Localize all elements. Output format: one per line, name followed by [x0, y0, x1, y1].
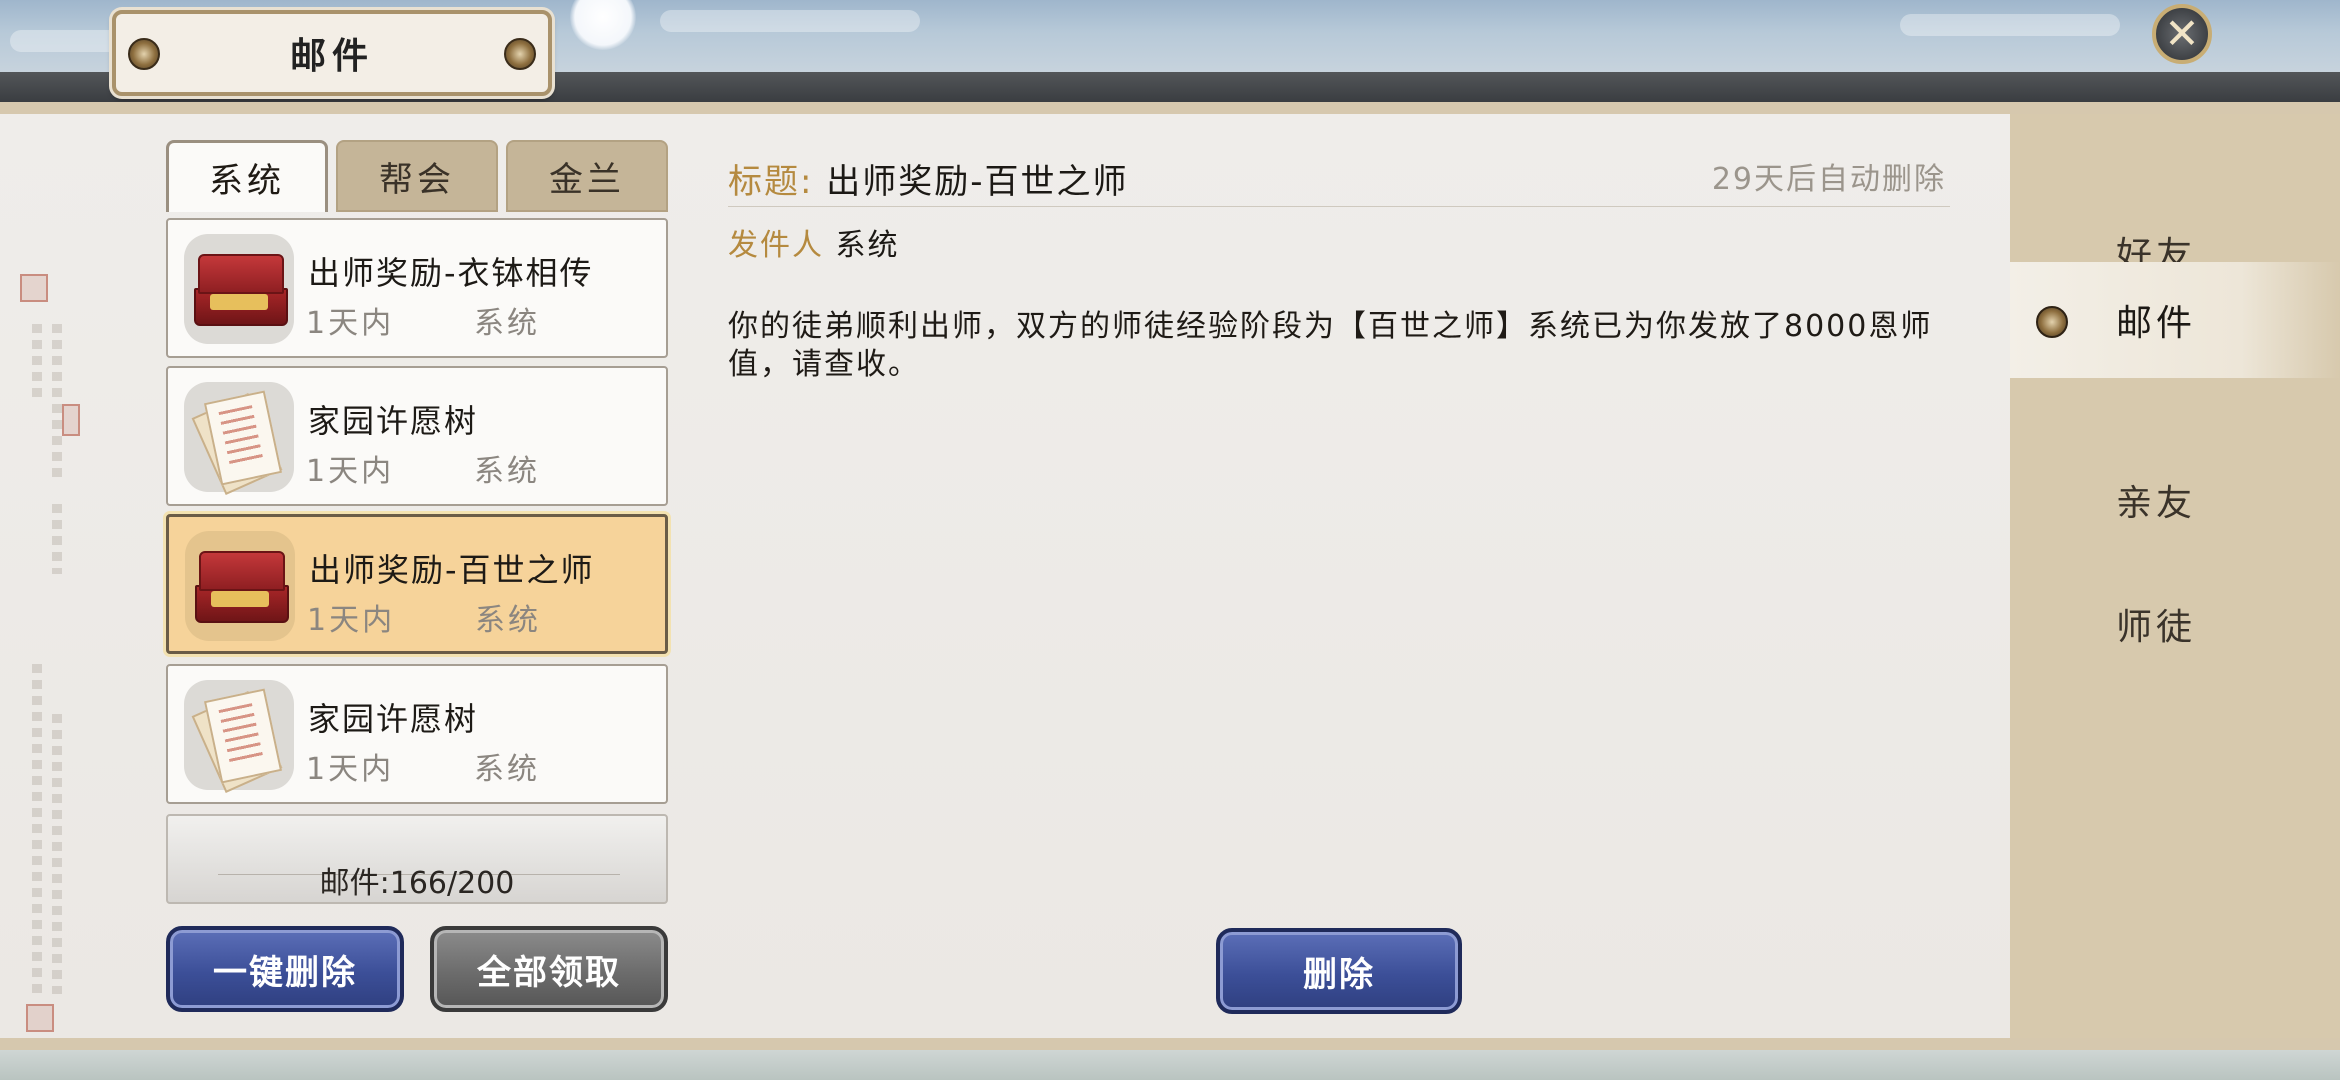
mail-item-sender: 系统 [474, 752, 540, 787]
tab-system[interactable]: 系统 [166, 140, 328, 212]
divider [728, 206, 1950, 207]
mail-item-time: 1天内 [306, 454, 395, 489]
cloud-decoration [660, 10, 920, 32]
mail-count-bar: 邮件:166/200 [166, 814, 668, 904]
nav-item-mail[interactable]: 邮件 [2010, 262, 2340, 378]
mail-item-time: 1天内 [306, 306, 395, 341]
claim-all-button[interactable]: 全部领取 [430, 926, 668, 1012]
mail-item-sender: 系统 [474, 454, 540, 489]
knot-ornament-icon [504, 38, 536, 70]
mail-count: 邮件:166/200 [319, 866, 515, 901]
mail-list-item-selected[interactable]: 出师奖励-百世之师 1天内 系统 [166, 514, 668, 654]
bottom-strip [0, 1050, 2340, 1080]
delete-button[interactable]: 删除 [1216, 928, 1462, 1014]
nav-item-mentorship[interactable]: 师徒 [2010, 566, 2340, 682]
mail-item-sender: 系统 [474, 306, 540, 341]
cloud-decoration [1900, 14, 2120, 36]
moon-decoration [570, 0, 636, 50]
letter-scroll-icon [184, 382, 294, 495]
mail-list-item[interactable]: 出师奖励-衣钵相传 1天内 系统 [166, 218, 668, 358]
seal-stamp [62, 404, 80, 436]
gift-box-icon [185, 531, 295, 641]
gift-box-icon [184, 234, 294, 344]
knot-ornament-icon [128, 38, 160, 70]
sender-value: 系统 [835, 228, 900, 263]
mail-item-time: 1天内 [307, 603, 396, 638]
mail-item-title: 出师奖励-百世之师 [309, 551, 595, 589]
seal-stamp [20, 274, 48, 302]
right-side-nav: 好友 邮件 亲友 师徒 [2010, 114, 2340, 1038]
title-label: 标题: [728, 162, 814, 202]
mail-item-title: 出师奖励-衣钵相传 [308, 254, 594, 292]
knot-ornament-icon [2036, 306, 2068, 338]
letter-scroll-icon [184, 680, 294, 793]
mail-item-time: 1天内 [306, 752, 395, 787]
mail-list-item[interactable]: 家园许愿树 1天内 系统 [166, 664, 668, 804]
mail-item-title: 家园许愿树 [308, 402, 479, 440]
mail-detail-sender: 发件人 系统 [728, 220, 900, 264]
mail-item-sender: 系统 [475, 603, 541, 638]
sender-label: 发件人 [728, 228, 824, 263]
tab-guild[interactable]: 帮会 [336, 140, 498, 212]
delete-all-button[interactable]: 一键删除 [166, 926, 404, 1012]
close-button[interactable]: ✕ [2152, 4, 2212, 64]
auto-delete-notice: 29天后自动删除 [1711, 162, 1946, 197]
seal-stamp [26, 1004, 54, 1032]
mail-item-title: 家园许愿树 [308, 700, 479, 738]
mail-list-item[interactable]: 家园许愿树 1天内 系统 [166, 366, 668, 506]
nav-item-relatives[interactable]: 亲友 [2010, 442, 2340, 558]
window-title: 邮件 [289, 36, 374, 77]
title-value: 出师奖励-百世之师 [826, 162, 1129, 202]
close-icon: ✕ [2164, 9, 2200, 58]
window-title-plaque: 邮件 [112, 10, 552, 96]
mail-body-text: 你的徒弟顺利出师，双方的师徒经验阶段为【百世之师】系统已为你发放了8000恩师值… [728, 309, 1933, 382]
mail-detail-title: 标题: 出师奖励-百世之师 [728, 154, 1129, 203]
tab-sworn-siblings[interactable]: 金兰 [506, 140, 668, 212]
calligraphy-decoration [18, 274, 80, 1034]
mail-category-tabs: 系统 帮会 金兰 [166, 140, 668, 212]
